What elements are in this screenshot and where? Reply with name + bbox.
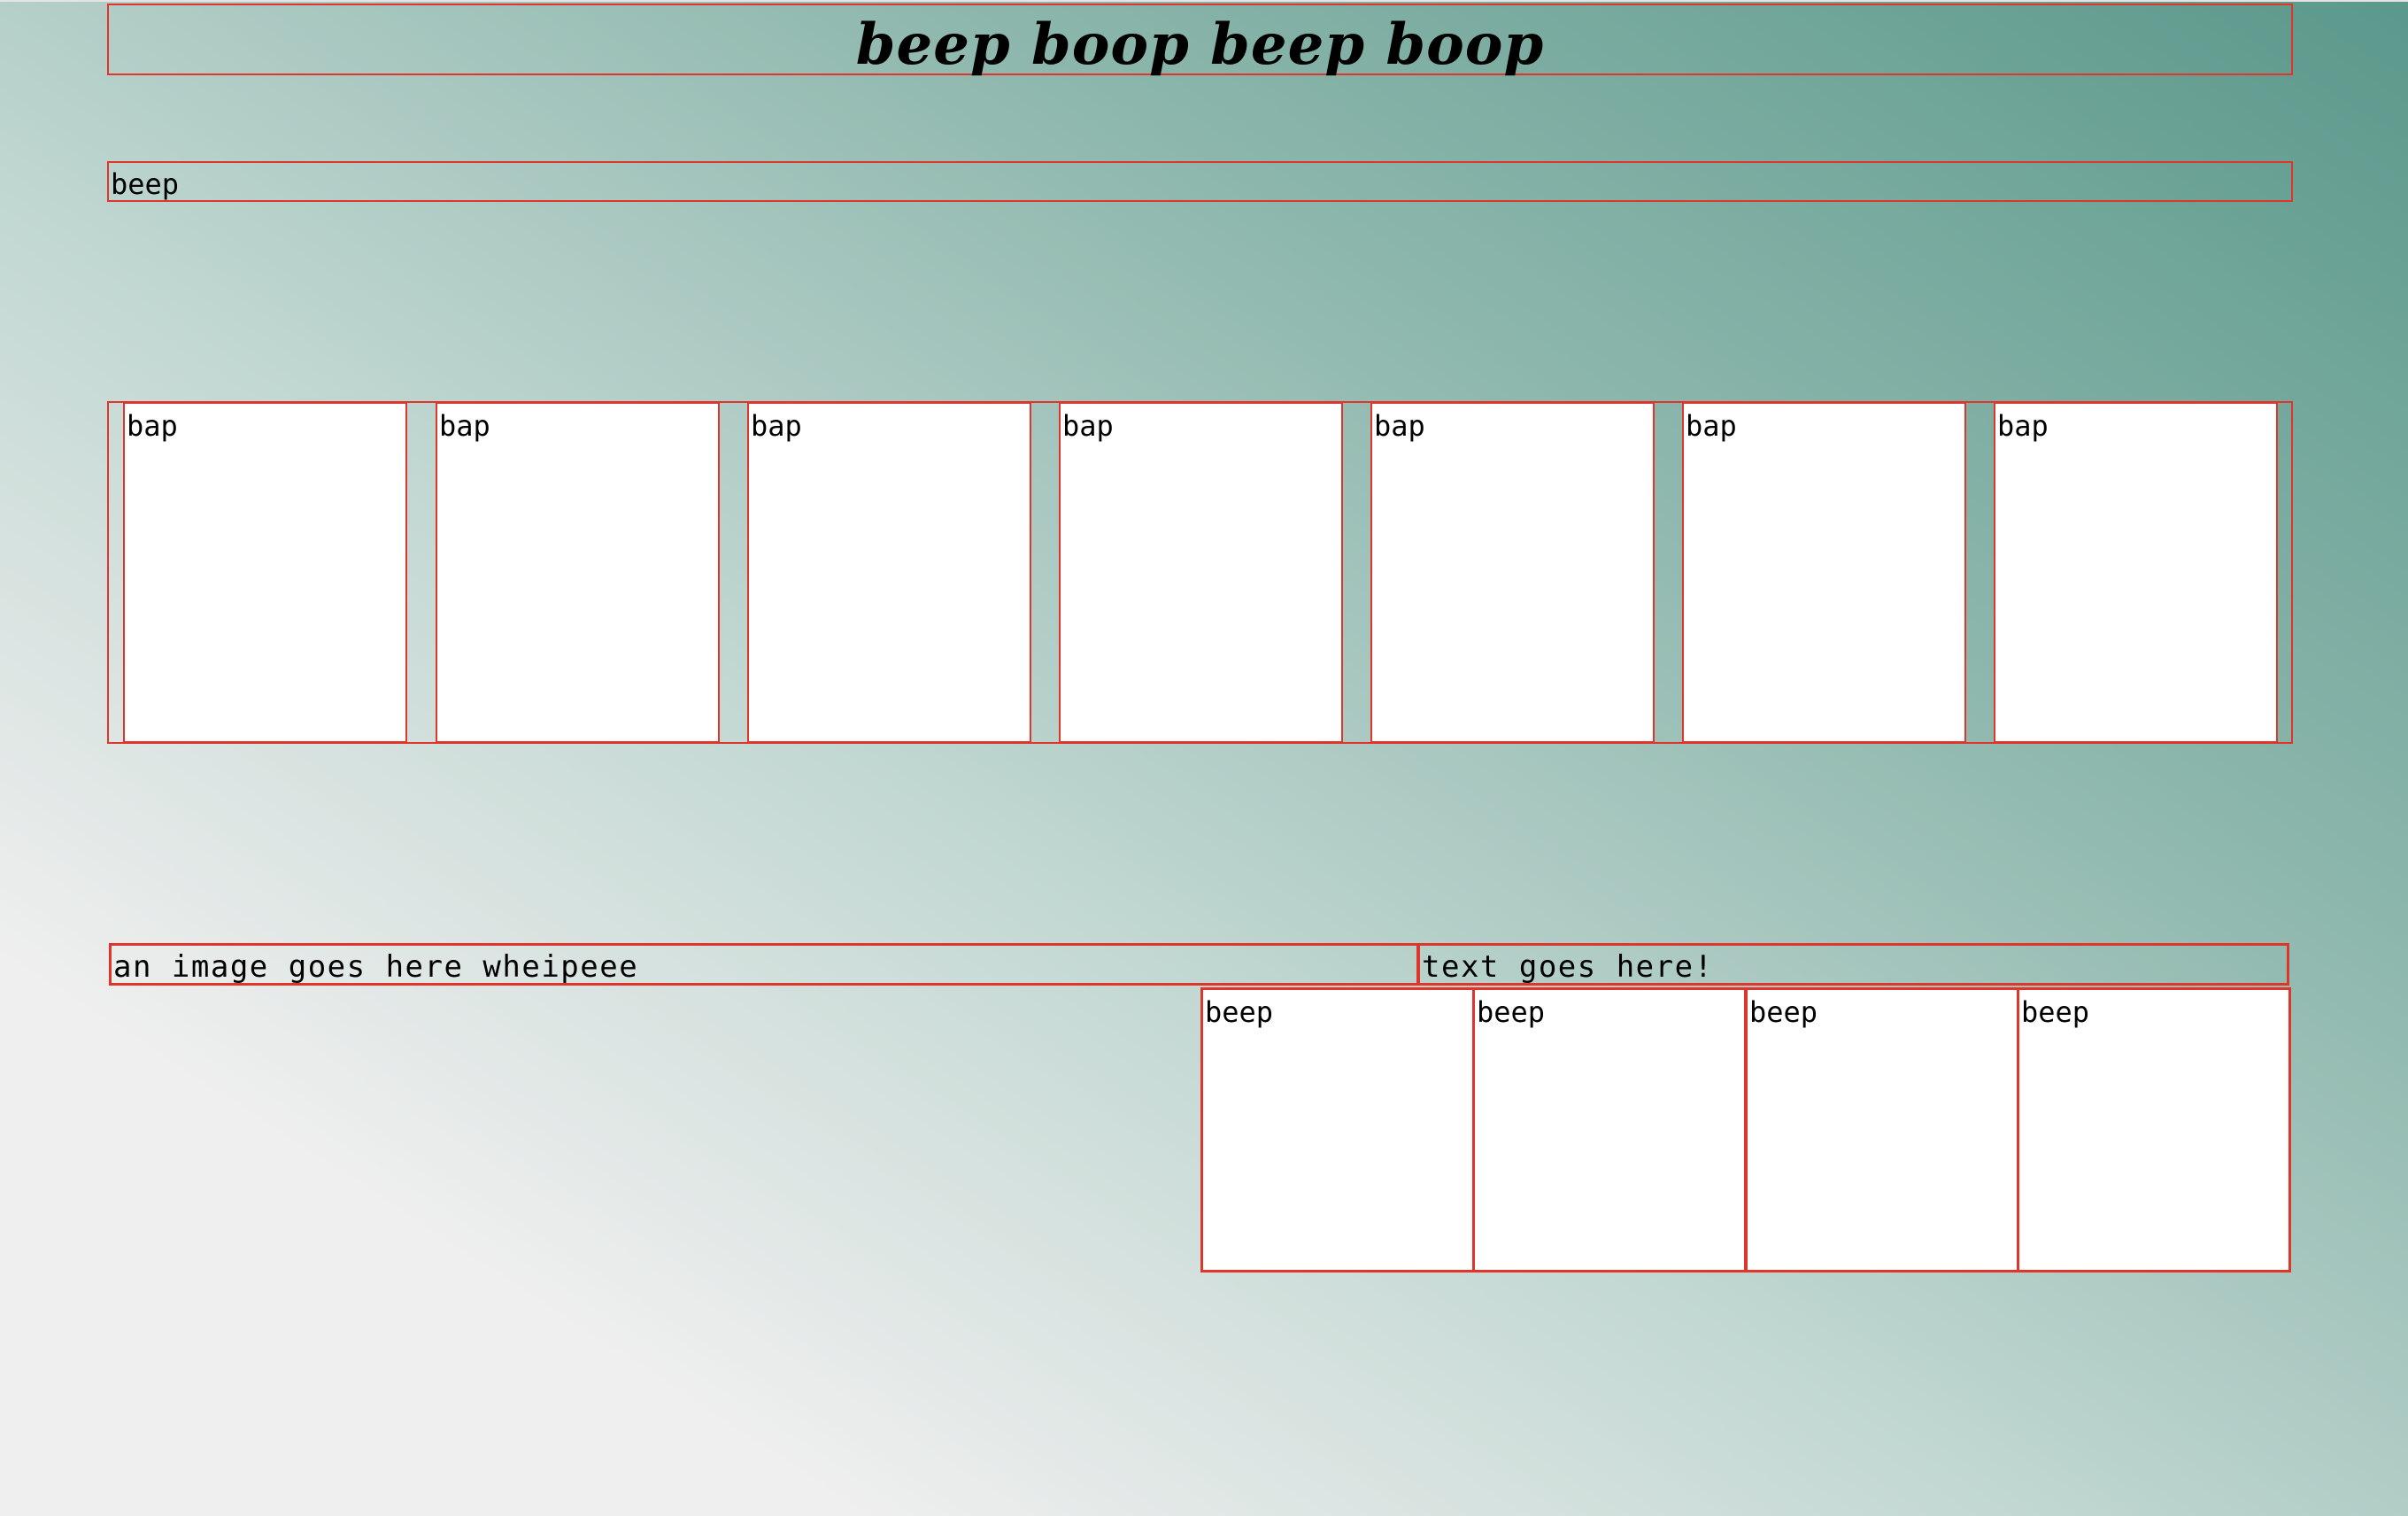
feature-card[interactable]: beep xyxy=(1200,987,1475,1272)
gallery-tile[interactable]: bap xyxy=(1370,402,1655,743)
feature-card[interactable]: beep xyxy=(1745,987,2019,1272)
subtitle-bar: beep xyxy=(107,161,2293,202)
gallery-tile[interactable]: bap xyxy=(747,402,1031,743)
gallery-tile[interactable]: bap xyxy=(436,402,720,743)
image-placeholder: an image goes here wheipeee xyxy=(109,943,1419,986)
top-edge-line xyxy=(0,0,2408,2)
text-placeholder: text goes here! xyxy=(1417,943,2289,986)
gallery-tile[interactable]: bap xyxy=(1994,402,2278,743)
gallery-tile[interactable]: bap xyxy=(123,402,407,743)
feature-card[interactable]: beep xyxy=(2017,987,2291,1272)
page-title: beep boop beep boop xyxy=(107,4,2293,78)
gallery-tile[interactable]: bap xyxy=(1682,402,1966,743)
feature-card[interactable]: beep xyxy=(1472,987,1747,1272)
gallery-tile[interactable]: bap xyxy=(1059,402,1343,743)
